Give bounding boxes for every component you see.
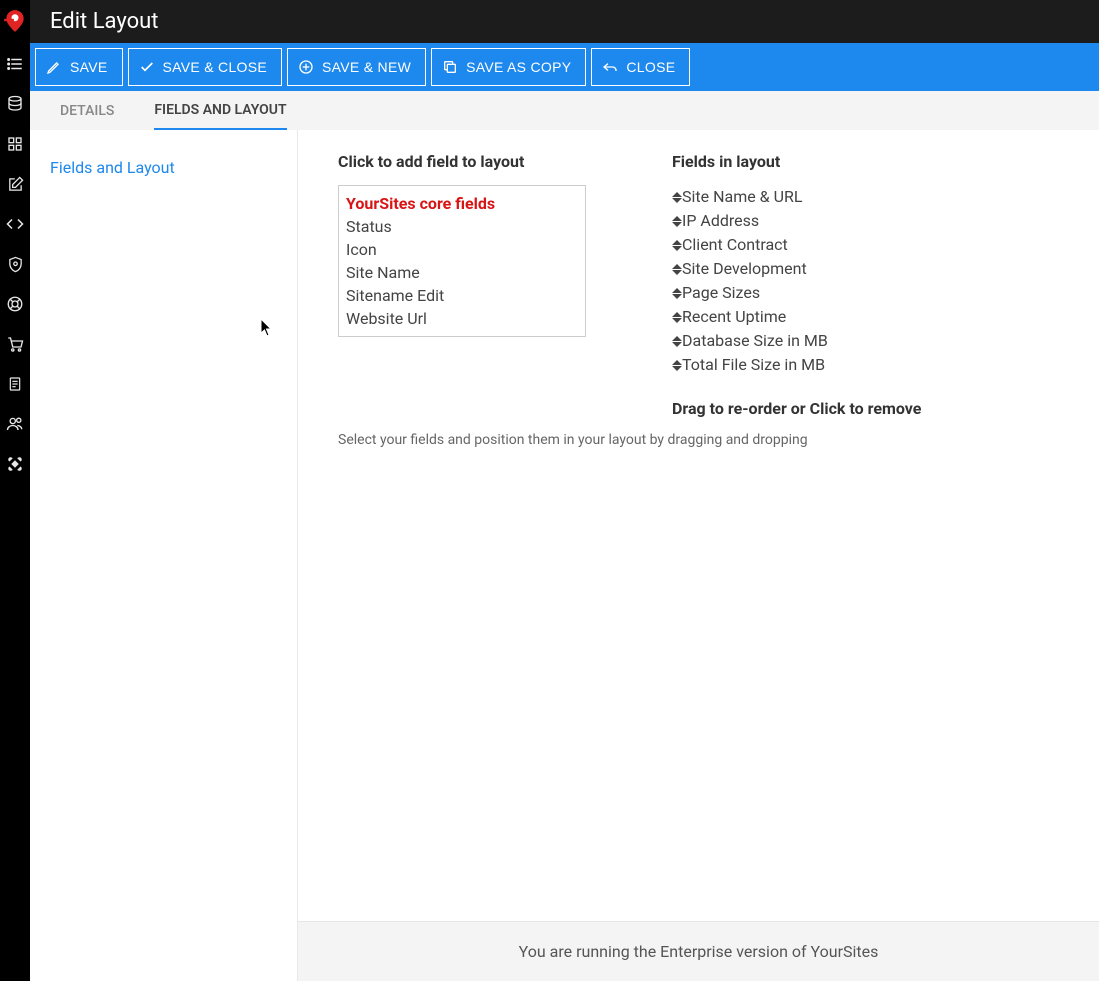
- plus-circle-icon: [298, 59, 314, 75]
- available-fields-box: YourSites core fields Status Icon Site N…: [338, 185, 586, 337]
- nav-code-icon[interactable]: [0, 204, 30, 244]
- available-field-item[interactable]: Sitename Edit: [339, 284, 585, 307]
- page-title: Edit Layout: [30, 0, 1099, 43]
- layout-field-item[interactable]: Site Name & URL: [672, 185, 932, 209]
- check-icon: [139, 59, 155, 75]
- tab-fields-layout[interactable]: FIELDS AND LAYOUT: [154, 92, 286, 130]
- available-fields-title: Click to add field to layout: [338, 152, 586, 171]
- nav-joomla-icon[interactable]: [0, 444, 30, 484]
- layout-field-label: Recent Uptime: [682, 305, 786, 329]
- nav-lifering-icon[interactable]: [0, 284, 30, 324]
- available-field-item[interactable]: Icon: [339, 238, 585, 261]
- save-copy-label: SAVE AS COPY: [466, 59, 571, 75]
- nav-shield-icon[interactable]: [0, 244, 30, 284]
- save-copy-button[interactable]: SAVE AS COPY: [431, 48, 586, 86]
- nav-grid-icon[interactable]: [0, 124, 30, 164]
- layout-field-label: Page Sizes: [682, 281, 760, 305]
- save-new-label: SAVE & NEW: [322, 59, 411, 75]
- helper-text: Select your fields and position them in …: [298, 432, 1099, 468]
- nav-list-icon[interactable]: [0, 44, 30, 84]
- layout-field-label: Total File Size in MB: [682, 353, 825, 377]
- sort-icon: [672, 310, 682, 324]
- layout-field-item[interactable]: Client Contract: [672, 233, 932, 257]
- nav-database-icon[interactable]: [0, 84, 30, 124]
- sort-icon: [672, 358, 682, 372]
- layout-field-label: Site Name & URL: [682, 185, 802, 209]
- layout-fields-column: Fields in layout Site Name & URL IP Addr…: [672, 152, 932, 418]
- action-toolbar: SAVE SAVE & CLOSE SAVE & NEW SAVE AS COP…: [30, 43, 1099, 91]
- nav-users-icon[interactable]: [0, 404, 30, 444]
- save-close-label: SAVE & CLOSE: [163, 59, 268, 75]
- copy-icon: [442, 59, 458, 75]
- layout-field-label: Database Size in MB: [682, 329, 828, 353]
- sort-icon: [672, 262, 682, 276]
- close-button[interactable]: CLOSE: [591, 48, 690, 86]
- sort-icon: [672, 190, 682, 204]
- nav-sidebar: [0, 0, 30, 981]
- layout-fields-title: Fields in layout: [672, 152, 932, 171]
- section-fields-and-layout[interactable]: Fields and Layout: [50, 158, 277, 177]
- nav-edit-icon[interactable]: [0, 164, 30, 204]
- app-logo-icon[interactable]: [0, 6, 30, 36]
- drag-reorder-hint: Drag to re-order or Click to remove: [672, 399, 932, 418]
- sort-icon: [672, 238, 682, 252]
- sort-icon: [672, 334, 682, 348]
- layout-field-item[interactable]: Total File Size in MB: [672, 353, 932, 377]
- left-section-nav: Fields and Layout: [30, 130, 298, 981]
- save-label: SAVE: [70, 59, 108, 75]
- reply-icon: [602, 59, 618, 75]
- available-group-header: YourSites core fields: [339, 192, 585, 215]
- tab-details[interactable]: DETAILS: [60, 93, 114, 129]
- tab-bar: DETAILS FIELDS AND LAYOUT: [30, 91, 1099, 130]
- available-field-item[interactable]: Site Name: [339, 261, 585, 284]
- save-close-button[interactable]: SAVE & CLOSE: [128, 48, 283, 86]
- available-field-item[interactable]: Status: [339, 215, 585, 238]
- footer-text: You are running the Enterprise version o…: [519, 942, 879, 961]
- available-field-item[interactable]: Website Url: [339, 307, 585, 330]
- layout-field-label: Client Contract: [682, 233, 788, 257]
- footer: You are running the Enterprise version o…: [298, 921, 1099, 981]
- sort-icon: [672, 286, 682, 300]
- layout-field-item[interactable]: Site Development: [672, 257, 932, 281]
- available-fields-column: Click to add field to layout YourSites c…: [338, 152, 586, 337]
- layout-field-item[interactable]: Recent Uptime: [672, 305, 932, 329]
- layout-fields-list: Site Name & URL IP Address Client Contra…: [672, 185, 932, 377]
- pencil-icon: [46, 59, 62, 75]
- save-new-button[interactable]: SAVE & NEW: [287, 48, 426, 86]
- nav-document-icon[interactable]: [0, 364, 30, 404]
- layout-field-label: Site Development: [682, 257, 807, 281]
- layout-field-item[interactable]: Database Size in MB: [672, 329, 932, 353]
- sort-icon: [672, 214, 682, 228]
- layout-field-label: IP Address: [682, 209, 759, 233]
- close-label: CLOSE: [626, 59, 675, 75]
- layout-field-item[interactable]: IP Address: [672, 209, 932, 233]
- layout-field-item[interactable]: Page Sizes: [672, 281, 932, 305]
- save-button[interactable]: SAVE: [35, 48, 123, 86]
- nav-cart-icon[interactable]: [0, 324, 30, 364]
